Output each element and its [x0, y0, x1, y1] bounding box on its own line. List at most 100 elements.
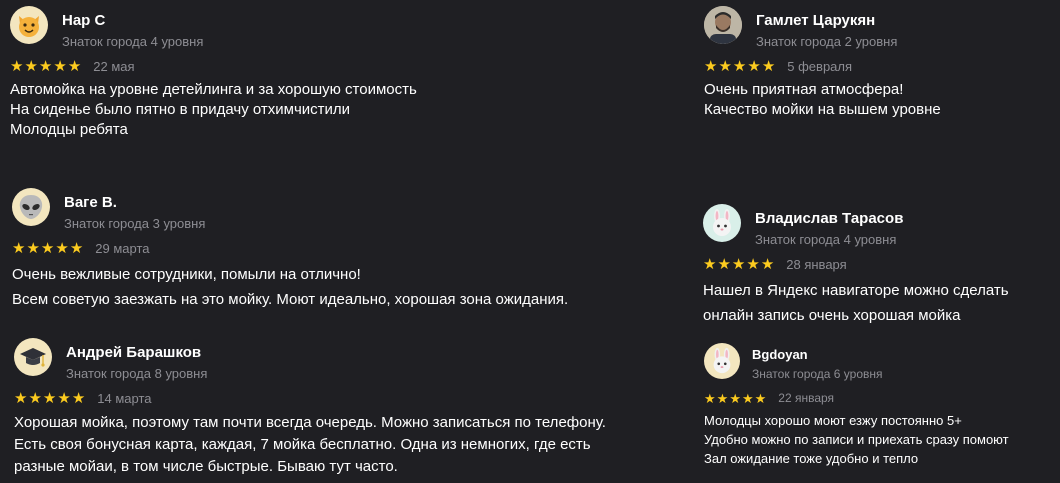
- review-text-line: Очень приятная атмосфера!: [704, 81, 904, 98]
- review-card: Нар С Знаток города 4 уровня ★ ★ ★ ★ ★ 22 ма…: [10, 6, 417, 140]
- review-text-line: Удобно можно по записи и приехать сразу …: [704, 432, 1009, 447]
- star-rating: ★ ★ ★ ★ ★: [12, 241, 83, 256]
- star-icon: ★: [26, 239, 40, 257]
- review-header: Bgdoyan Знаток города 6 уровня: [704, 343, 1009, 387]
- review-text-line: Зал ожидание тоже удобно и тепло: [704, 451, 919, 466]
- review-card: Ваге В. Знаток города 3 уровня ★ ★ ★ ★ ★ 29 …: [12, 188, 568, 312]
- user-photo-icon: [704, 6, 742, 44]
- star-icon: ★: [57, 389, 71, 407]
- review-text-line: Есть своя бонусная карта, каждая, 7 мойк…: [14, 436, 591, 453]
- star-icon: ★: [67, 57, 82, 75]
- review-date: 14 марта: [97, 390, 152, 406]
- star-icon: ★: [717, 255, 731, 273]
- author-name[interactable]: Ваге В.: [64, 194, 117, 211]
- review-text-line: Всем советую заезжать на это мойку. Моют…: [12, 291, 569, 308]
- star-icon: ★: [716, 390, 729, 406]
- review-card: Владислав Тарасов Знаток города 4 уровня…: [703, 204, 1009, 328]
- star-rating: ★ ★ ★ ★ ★: [14, 391, 85, 406]
- review-text-line: Молодцы ребята: [10, 121, 128, 138]
- cat-face-icon: [19, 16, 39, 37]
- star-icon: ★: [746, 255, 760, 273]
- author-level: Знаток города 3 уровня: [64, 216, 206, 231]
- author-level: Знаток города 2 уровня: [756, 34, 898, 49]
- star-icon: ★: [747, 57, 761, 75]
- star-icon: ★: [704, 57, 718, 75]
- rabbit-face-icon: [713, 209, 731, 236]
- review-card: Гамлет Царукян Знаток города 2 уровня ★ ★…: [704, 6, 941, 120]
- review-text: Хорошая мойка, поэтому там почти всегда …: [14, 412, 606, 478]
- star-icon: ★: [732, 57, 747, 75]
- review-text-line: Очень вежливые сотрудники, помыли на отл…: [12, 266, 361, 283]
- review-text: Автомойка на уровне детейлинга и за хоро…: [10, 80, 417, 140]
- star-icon: ★: [741, 390, 754, 406]
- star-rating: ★ ★ ★ ★ ★: [10, 59, 81, 74]
- review-date: 22 января: [778, 391, 835, 405]
- star-icon: ★: [40, 239, 55, 257]
- author-name[interactable]: Андрей Барашков: [66, 344, 201, 361]
- review-text-line: Автомойка на уровне детейлинга и за хоро…: [10, 81, 417, 98]
- star-icon: ★: [14, 389, 28, 407]
- rating-row: ★ ★ ★ ★ ★ 29 марта: [12, 236, 568, 260]
- star-rating: ★ ★ ★ ★ ★: [704, 392, 766, 405]
- author-name[interactable]: Гамлет Царукян: [756, 12, 875, 29]
- rating-row: ★ ★ ★ ★ ★ 22 мая: [10, 54, 417, 78]
- review-text-line: На сиденье было пятно в придачу отхимчис…: [10, 101, 351, 118]
- author-level: Знаток города 8 уровня: [66, 366, 208, 381]
- star-icon: ★: [718, 57, 732, 75]
- review-header: Гамлет Царукян Знаток города 2 уровня: [704, 6, 941, 54]
- review-text-line: разные мойаи, в том числе быстрые. Бываю…: [14, 458, 398, 475]
- review-text: Нашел в Яндекс навигаторе можно сделать …: [703, 278, 1009, 328]
- avatar[interactable]: [703, 204, 741, 242]
- star-icon: ★: [760, 255, 775, 273]
- rating-row: ★ ★ ★ ★ ★ 28 января: [703, 252, 1009, 276]
- star-icon: ★: [71, 389, 86, 407]
- review-header: Нар С Знаток города 4 уровня: [10, 6, 417, 54]
- review-header: Ваге В. Знаток города 3 уровня: [12, 188, 568, 236]
- star-icon: ★: [10, 57, 24, 75]
- review-text-line: Качество мойки на вышем уровне: [704, 101, 941, 118]
- rating-row: ★ ★ ★ ★ ★ 14 марта: [14, 386, 606, 410]
- star-icon: ★: [761, 57, 776, 75]
- author-level: Знаток города 4 уровня: [755, 232, 897, 247]
- review-date: 28 января: [786, 256, 847, 272]
- avatar[interactable]: [704, 6, 742, 44]
- star-icon: ★: [729, 390, 741, 406]
- avatar[interactable]: [12, 188, 50, 226]
- alien-face-icon: [19, 195, 43, 219]
- graduation-cap-icon: [20, 348, 46, 367]
- author-name[interactable]: Владислав Тарасов: [755, 210, 903, 227]
- review-date: 22 мая: [93, 58, 135, 74]
- star-icon: ★: [42, 389, 57, 407]
- author-level: Знаток города 6 уровня: [752, 367, 883, 381]
- avatar[interactable]: [10, 6, 48, 44]
- author-level: Знаток города 4 уровня: [62, 34, 204, 49]
- star-icon: ★: [754, 390, 767, 406]
- review-text-line: Хорошая мойка, поэтому там почти всегда …: [14, 414, 606, 431]
- review-header: Владислав Тарасов Знаток города 4 уровня: [703, 204, 1009, 252]
- rabbit-face-icon: [713, 347, 731, 374]
- star-icon: ★: [38, 57, 53, 75]
- author-name[interactable]: Нар С: [62, 12, 105, 29]
- avatar[interactable]: [704, 343, 740, 379]
- author-name[interactable]: Bgdoyan: [752, 347, 808, 362]
- review-text: Очень приятная атмосфера! Качество мойки…: [704, 80, 941, 120]
- star-icon: ★: [24, 57, 38, 75]
- review-text: Очень вежливые сотрудники, помыли на отл…: [12, 262, 568, 312]
- review-date: 5 февраля: [787, 58, 853, 74]
- star-icon: ★: [703, 255, 717, 273]
- review-card: Bgdoyan Знаток города 6 уровня ★ ★ ★ ★ ★ 22 …: [704, 343, 1009, 468]
- star-icon: ★: [53, 57, 67, 75]
- star-rating: ★ ★ ★ ★ ★: [703, 257, 774, 272]
- star-icon: ★: [55, 239, 69, 257]
- star-icon: ★: [12, 239, 26, 257]
- star-icon: ★: [731, 255, 746, 273]
- avatar[interactable]: [14, 338, 52, 376]
- review-header: Андрей Барашков Знаток города 8 уровня: [14, 338, 606, 386]
- review-text-line: онлайн запись очень хорошая мойка: [703, 307, 961, 324]
- star-icon: ★: [69, 239, 84, 257]
- review-date: 29 марта: [95, 240, 150, 256]
- rating-row: ★ ★ ★ ★ ★ 22 января: [704, 387, 1009, 409]
- star-rating: ★ ★ ★ ★ ★: [704, 59, 775, 74]
- review-card: Андрей Барашков Знаток города 8 уровня ★…: [14, 338, 606, 478]
- star-icon: ★: [28, 389, 42, 407]
